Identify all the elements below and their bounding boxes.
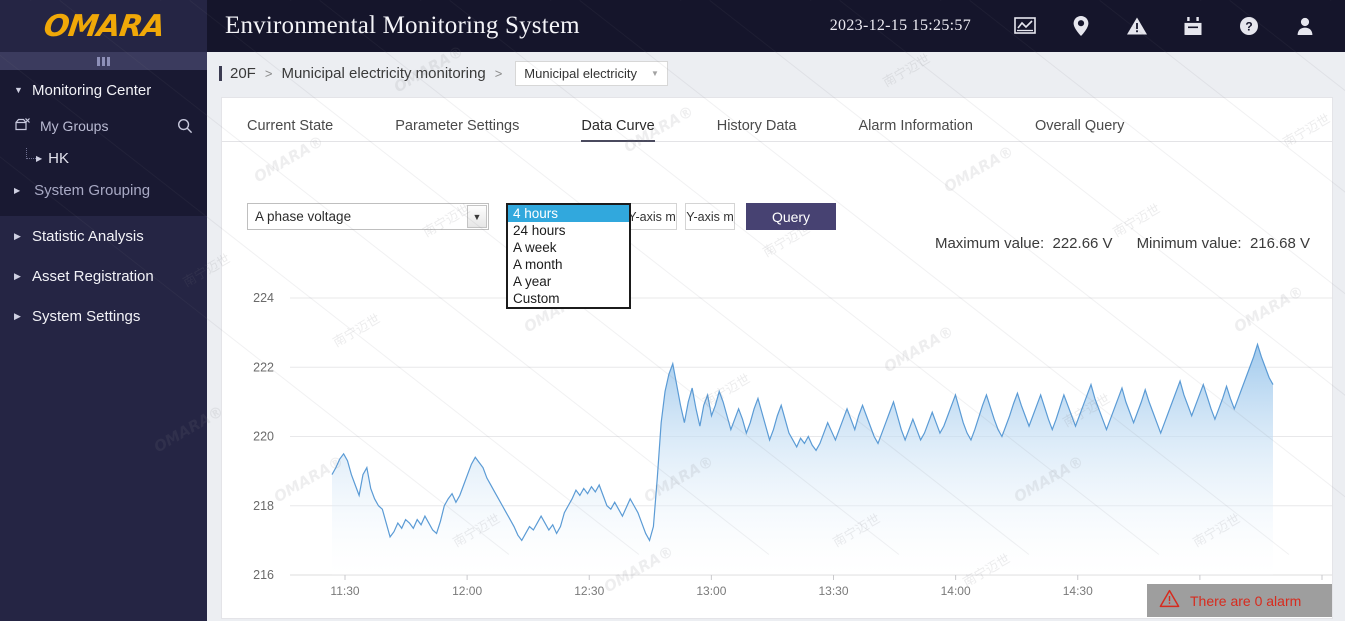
chevron-down-icon: ▼ (467, 205, 487, 228)
sidebar-item-label: My Groups (40, 118, 109, 134)
parameter-select[interactable]: A phase voltage ▼ (247, 203, 489, 230)
breadcrumb: 20F > Municipal electricity monitoring >… (207, 52, 1345, 94)
page-title: Environmental Monitoring System (225, 12, 580, 39)
sidebar-item-label: HK (48, 149, 69, 167)
sidebar-item-system-grouping[interactable]: ▶ System Grouping (0, 174, 207, 206)
warning-triangle-icon (1159, 589, 1180, 613)
tab-parameter-settings[interactable]: Parameter Settings (395, 118, 519, 141)
sidebar-item-asset-registration[interactable]: Asset Registration (0, 256, 207, 296)
sidebar-item-label: Monitoring Center (32, 81, 152, 99)
top-header-bar: OMARA Environmental Monitoring System 20… (0, 0, 1345, 52)
chart-y-tick-label: 218 (253, 499, 274, 513)
sidebar: Monitoring Center My Groups (0, 52, 207, 621)
chart-x-tick-label: 11:30 (330, 584, 359, 598)
chart-y-tick-label: 222 (253, 360, 274, 374)
my-groups-icon (14, 117, 36, 135)
chart-area-fill (332, 344, 1273, 575)
breadcrumb-second[interactable]: Municipal electricity monitoring (281, 65, 485, 82)
alarm-warning-icon[interactable] (1109, 0, 1165, 52)
chevron-right-icon (14, 232, 28, 241)
sidebar-item-statistic-analysis[interactable]: Statistic Analysis (0, 216, 207, 256)
minimum-value-label: Minimum value: (1136, 235, 1242, 252)
data-curve-panel: Current State Parameter Settings Data Cu… (222, 98, 1332, 618)
y-axis-button-1[interactable]: Y-axis m (627, 203, 677, 230)
chart-x-tick-label: 12:00 (452, 584, 482, 598)
breadcrumb-device-select[interactable]: Municipal electricity ▼ (515, 60, 668, 86)
tab-current-state[interactable]: Current State (247, 118, 333, 141)
chart-x-tick-label: 14:00 (941, 584, 971, 598)
tab-data-curve[interactable]: Data Curve (581, 118, 656, 142)
curve-chart-icon[interactable] (997, 0, 1053, 52)
datetime-display: 2023-12-15 15:25:57 (829, 17, 971, 34)
time-range-option-a-month[interactable]: A month (508, 256, 629, 273)
sidebar-item-system-settings[interactable]: System Settings (0, 296, 207, 336)
sidebar-item-hk[interactable]: ▶ HK (0, 142, 207, 174)
tree-connector (26, 148, 36, 159)
sidebar-item-label: System Settings (32, 307, 141, 325)
content-area: 20F > Municipal electricity monitoring >… (207, 52, 1345, 621)
search-icon[interactable] (177, 118, 193, 137)
chart-y-tick-label: 216 (253, 568, 274, 582)
sidebar-item-label: Asset Registration (32, 267, 154, 285)
data-curve-chart[interactable]: 224 222 220 218 216 11:30 12:00 12:30 13:00 13:30… (222, 288, 1332, 618)
chart-x-tick-label: 12:30 (574, 584, 604, 598)
tab-bar: Current State Parameter Settings Data Cu… (222, 110, 1332, 142)
location-pin-icon[interactable] (1053, 0, 1109, 52)
time-range-option-custom[interactable]: Custom (508, 290, 629, 307)
maximum-value: 222.66 V (1052, 235, 1113, 252)
chart-svg: 224 222 220 218 216 11:30 12:00 12:30 13:00 13:30… (253, 291, 1332, 598)
breadcrumb-separator: > (494, 65, 503, 81)
user-avatar-icon[interactable] (1277, 0, 1333, 52)
sidebar-submenu-monitoring-center: My Groups ▶ HK ▶ System Grouping (0, 110, 207, 216)
brand-logo-text: OMARA (41, 8, 166, 44)
parameter-select-value: A phase voltage (255, 209, 352, 224)
breadcrumb-separator: > (264, 65, 273, 81)
sidebar-item-label: Statistic Analysis (32, 227, 144, 245)
sidebar-collapse-handle[interactable] (0, 52, 207, 70)
sidebar-item-label: System Grouping (34, 181, 151, 199)
chart-toolbar: A phase voltage ▼ 4 hours 24 hours A wee… (247, 203, 836, 309)
app-root: OMARA Environmental Monitoring System 20… (0, 0, 1345, 621)
help-icon[interactable]: ? (1221, 0, 1277, 52)
breadcrumb-root[interactable]: 20F (230, 65, 256, 82)
chevron-right-icon (14, 272, 28, 281)
brand-logo[interactable]: OMARA (0, 0, 207, 52)
chart-y-tick-label: 220 (253, 430, 274, 444)
svg-text:?: ? (1245, 20, 1252, 34)
chart-x-tick-label: 13:30 (818, 584, 848, 598)
header-tools: 2023-12-15 15:25:57 ? (830, 0, 1345, 52)
sidebar-item-monitoring-center[interactable]: Monitoring Center (0, 70, 207, 110)
chevron-right-icon: ▶ (14, 185, 21, 195)
time-range-option-a-year[interactable]: A year (508, 273, 629, 290)
chevron-right-icon (14, 312, 28, 321)
breadcrumb-marker (219, 65, 222, 81)
sidebar-item-my-groups[interactable]: My Groups (0, 110, 207, 142)
query-button[interactable]: Query (746, 203, 836, 230)
y-axis-button-2[interactable]: Y-axis m (685, 203, 735, 230)
alarm-toast[interactable]: There are 0 alarm (1147, 584, 1332, 617)
tab-history-data[interactable]: History Data (717, 118, 797, 141)
chart-y-tick-label: 224 (253, 291, 274, 305)
minimum-value: 216.68 V (1249, 235, 1310, 252)
chevron-down-icon: ▼ (651, 68, 659, 78)
chart-x-tick-label: 13:00 (696, 584, 726, 598)
min-max-summary: Maximum value: 222.66 V Minimum value: 2… (935, 235, 1310, 252)
time-range-option-24-hours[interactable]: 24 hours (508, 222, 629, 239)
maximum-value-label: Maximum value: (934, 235, 1045, 252)
tab-overall-query[interactable]: Overall Query (1035, 118, 1124, 141)
collapse-handle-bars (97, 56, 110, 66)
tab-alarm-information[interactable]: Alarm Information (859, 118, 973, 141)
alarm-toast-text: There are 0 alarm (1190, 592, 1302, 609)
time-range-listbox[interactable]: 4 hours 24 hours A week A month A year C… (506, 203, 631, 309)
time-range-option-4-hours[interactable]: 4 hours (508, 205, 629, 222)
time-range-option-a-week[interactable]: A week (508, 239, 629, 256)
breadcrumb-device-value: Municipal electricity (524, 65, 637, 81)
chart-x-tick-label: 14:30 (1063, 584, 1093, 598)
calendar-icon[interactable] (1165, 0, 1221, 52)
chevron-right-icon: ▶ (36, 153, 43, 163)
chevron-down-icon (14, 86, 28, 95)
